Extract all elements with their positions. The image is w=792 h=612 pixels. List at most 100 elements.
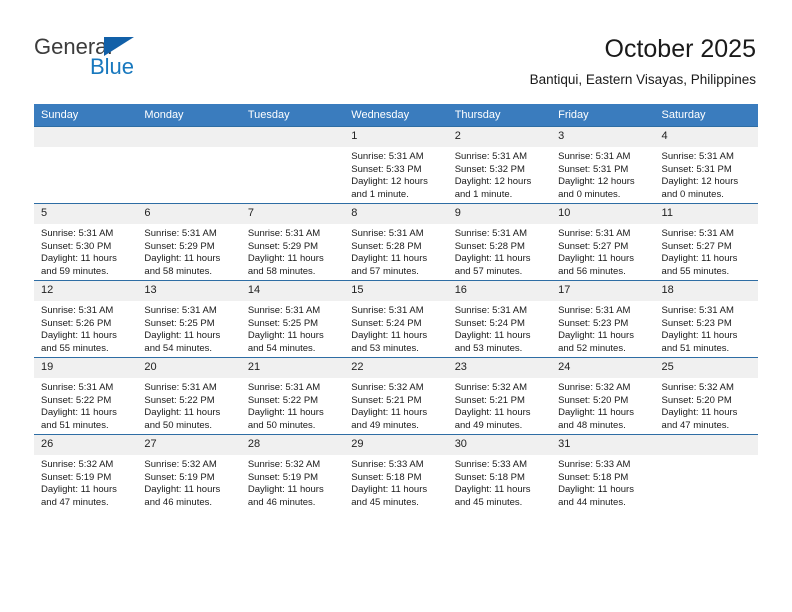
day-cell-26[interactable]: 26 Sunrise: 5:32 AM Sunset: 5:19 PM Dayligh…: [34, 434, 138, 511]
weekday-header-friday: Friday: [551, 104, 655, 127]
day-number: 28: [240, 435, 345, 455]
day-detail-line: Daylight: 11 hours: [247, 253, 324, 265]
day-details: Sunrise: 5:31 AM Sunset: 5:22 PM Daylight:…: [137, 378, 240, 432]
day-cell-28[interactable]: 28 Sunrise: 5:32 AM Sunset: 5:19 PM Dayligh…: [240, 434, 345, 511]
day-cell-4[interactable]: 4 Sunrise: 5:31 AM Sunset: 5:31 PM Daylight…: [654, 126, 758, 204]
day-detail-line: Daylight: 11 hours: [144, 484, 221, 496]
day-number: 7: [240, 204, 345, 224]
day-cell-29[interactable]: 29 Sunrise: 5:33 AM Sunset: 5:18 PM Dayligh…: [344, 434, 448, 511]
day-detail-line: Sunrise: 5:31 AM: [558, 305, 631, 316]
day-cell-14[interactable]: 14 Sunrise: 5:31 AM Sunset: 5:25 PM Dayligh…: [240, 280, 345, 358]
day-cell-8[interactable]: 8 Sunrise: 5:31 AM Sunset: 5:28 PM Daylight…: [344, 203, 448, 281]
day-number: 10: [551, 204, 655, 224]
day-cell-empty: [654, 434, 758, 511]
calendar-week-row: 19 Sunrise: 5:31 AM Sunset: 5:22 PM Dayligh…: [34, 357, 758, 435]
day-details: Sunrise: 5:31 AM Sunset: 5:27 PM Daylight:…: [655, 224, 758, 278]
day-detail-line: Daylight: 11 hours: [41, 330, 117, 342]
day-detail-line: Sunset: 5:25 PM: [247, 317, 319, 329]
day-detail-line: Daylight: 11 hours: [454, 407, 531, 419]
day-detail-line: Sunrise: 5:31 AM: [558, 151, 631, 162]
day-cell-1[interactable]: 1 Sunrise: 5:31 AM Sunset: 5:33 PM Daylight…: [344, 126, 448, 204]
day-cell-5[interactable]: 5 Sunrise: 5:31 AM Sunset: 5:30 PM Daylight…: [34, 203, 138, 281]
calendar-week-row: 12 Sunrise: 5:31 AM Sunset: 5:26 PM Dayligh…: [34, 280, 758, 358]
day-cell-20[interactable]: 20 Sunrise: 5:31 AM Sunset: 5:22 PM Dayligh…: [137, 357, 241, 435]
day-number: 12: [34, 281, 138, 301]
day-cell-27[interactable]: 27 Sunrise: 5:32 AM Sunset: 5:19 PM Dayligh…: [137, 434, 241, 511]
day-cell-21[interactable]: 21 Sunrise: 5:31 AM Sunset: 5:22 PM Dayligh…: [240, 357, 345, 435]
day-detail-line: and 53 minutes.: [454, 342, 523, 354]
day-detail-line: Sunrise: 5:31 AM: [454, 151, 528, 162]
day-cell-7[interactable]: 7 Sunrise: 5:31 AM Sunset: 5:29 PM Daylight…: [240, 203, 345, 281]
day-detail-line: Sunset: 5:23 PM: [558, 317, 629, 329]
day-cell-2[interactable]: 2 Sunrise: 5:31 AM Sunset: 5:32 PM Daylight…: [447, 126, 552, 204]
day-cell-17[interactable]: 17 Sunrise: 5:31 AM Sunset: 5:23 PM Dayligh…: [551, 280, 655, 358]
day-detail-line: Sunrise: 5:31 AM: [351, 305, 424, 316]
day-cell-15[interactable]: 15 Sunrise: 5:31 AM Sunset: 5:24 PM Dayligh…: [344, 280, 448, 358]
day-cell-31[interactable]: 31 Sunrise: 5:33 AM Sunset: 5:18 PM Dayligh…: [551, 434, 655, 511]
day-number: 27: [137, 435, 241, 455]
day-detail-line: and 45 minutes.: [454, 496, 523, 508]
day-detail-line: Sunset: 5:31 PM: [558, 163, 629, 175]
day-detail-line: and 56 minutes.: [558, 265, 626, 277]
day-details: Sunrise: 5:31 AM Sunset: 5:29 PM Daylight:…: [137, 224, 240, 278]
day-detail-line: Sunset: 5:22 PM: [247, 394, 319, 406]
day-cell-23[interactable]: 23 Sunrise: 5:32 AM Sunset: 5:21 PM Dayligh…: [447, 357, 552, 435]
day-detail-line: Sunset: 5:28 PM: [351, 240, 422, 252]
day-cell-24[interactable]: 24 Sunrise: 5:32 AM Sunset: 5:20 PM Dayligh…: [551, 357, 655, 435]
day-detail-line: and 55 minutes.: [661, 265, 730, 277]
day-cell-25[interactable]: 25 Sunrise: 5:32 AM Sunset: 5:20 PM Dayligh…: [654, 357, 758, 435]
day-detail-line: Sunset: 5:27 PM: [558, 240, 629, 252]
day-detail-line: Sunset: 5:27 PM: [661, 240, 732, 252]
calendar-week-row: 1 Sunrise: 5:31 AM Sunset: 5:33 PM Daylight…: [34, 126, 758, 204]
day-detail-line: and 44 minutes.: [558, 496, 626, 508]
day-detail-line: Daylight: 11 hours: [661, 253, 738, 265]
day-cell-19[interactable]: 19 Sunrise: 5:31 AM Sunset: 5:22 PM Dayligh…: [34, 357, 138, 435]
day-detail-line: Sunset: 5:32 PM: [454, 163, 525, 175]
day-number: 30: [447, 435, 552, 455]
day-cell-3[interactable]: 3 Sunrise: 5:31 AM Sunset: 5:31 PM Daylight…: [551, 126, 655, 204]
day-number: 24: [551, 358, 655, 378]
day-detail-line: Sunset: 5:22 PM: [144, 394, 215, 406]
day-cell-12[interactable]: 12 Sunrise: 5:31 AM Sunset: 5:26 PM Dayligh…: [34, 280, 138, 358]
day-detail-line: and 45 minutes.: [351, 496, 419, 508]
day-detail-line: and 47 minutes.: [661, 419, 730, 431]
general-blue-logo[interactable]: General Blue: [34, 36, 214, 86]
day-number: 17: [551, 281, 655, 301]
day-cell-10[interactable]: 10 Sunrise: 5:31 AM Sunset: 5:27 PM Dayligh…: [551, 203, 655, 281]
day-cell-empty: [137, 126, 241, 204]
day-cell-empty: [34, 126, 138, 204]
day-cell-16[interactable]: 16 Sunrise: 5:31 AM Sunset: 5:24 PM Dayligh…: [447, 280, 552, 358]
day-detail-line: Sunrise: 5:31 AM: [661, 228, 734, 239]
weekday-header-thursday: Thursday: [447, 104, 552, 127]
day-detail-line: Daylight: 11 hours: [247, 330, 324, 342]
day-cell-22[interactable]: 22 Sunrise: 5:32 AM Sunset: 5:21 PM Dayligh…: [344, 357, 448, 435]
day-detail-line: and 54 minutes.: [247, 342, 316, 354]
day-number: 29: [344, 435, 448, 455]
day-detail-line: and 51 minutes.: [661, 342, 730, 354]
day-detail-line: Sunset: 5:20 PM: [558, 394, 629, 406]
day-cell-18[interactable]: 18 Sunrise: 5:31 AM Sunset: 5:23 PM Dayligh…: [654, 280, 758, 358]
day-detail-line: Daylight: 12 hours: [454, 176, 532, 188]
day-detail-line: Sunrise: 5:32 AM: [247, 459, 321, 470]
day-details: Sunrise: 5:31 AM Sunset: 5:33 PM Daylight:…: [344, 147, 447, 201]
day-detail-line: Daylight: 11 hours: [41, 407, 117, 419]
day-detail-line: Sunset: 5:31 PM: [661, 163, 732, 175]
day-cell-30[interactable]: 30 Sunrise: 5:33 AM Sunset: 5:18 PM Dayligh…: [447, 434, 552, 511]
day-details: Sunrise: 5:31 AM Sunset: 5:22 PM Daylight:…: [241, 378, 344, 432]
day-detail-line: and 0 minutes.: [661, 188, 724, 200]
day-cell-13[interactable]: 13 Sunrise: 5:31 AM Sunset: 5:25 PM Dayligh…: [137, 280, 241, 358]
day-detail-line: and 53 minutes.: [351, 342, 419, 354]
day-detail-line: and 0 minutes.: [558, 188, 621, 200]
day-detail-line: Daylight: 11 hours: [558, 253, 634, 265]
day-cell-9[interactable]: 9 Sunrise: 5:31 AM Sunset: 5:28 PM Daylight…: [447, 203, 552, 281]
day-detail-line: and 46 minutes.: [247, 496, 316, 508]
day-cell-11[interactable]: 11 Sunrise: 5:31 AM Sunset: 5:27 PM Dayligh…: [654, 203, 758, 281]
day-number: [240, 127, 345, 147]
day-detail-line: Daylight: 11 hours: [661, 407, 738, 419]
day-detail-line: Sunset: 5:19 PM: [41, 471, 112, 483]
day-detail-line: Sunrise: 5:31 AM: [41, 305, 114, 316]
day-cell-6[interactable]: 6 Sunrise: 5:31 AM Sunset: 5:29 PM Daylight…: [137, 203, 241, 281]
day-detail-line: and 51 minutes.: [41, 419, 109, 431]
day-details: Sunrise: 5:31 AM Sunset: 5:22 PM Daylight:…: [34, 378, 137, 432]
day-details: Sunrise: 5:33 AM Sunset: 5:18 PM Daylight:…: [551, 455, 654, 509]
